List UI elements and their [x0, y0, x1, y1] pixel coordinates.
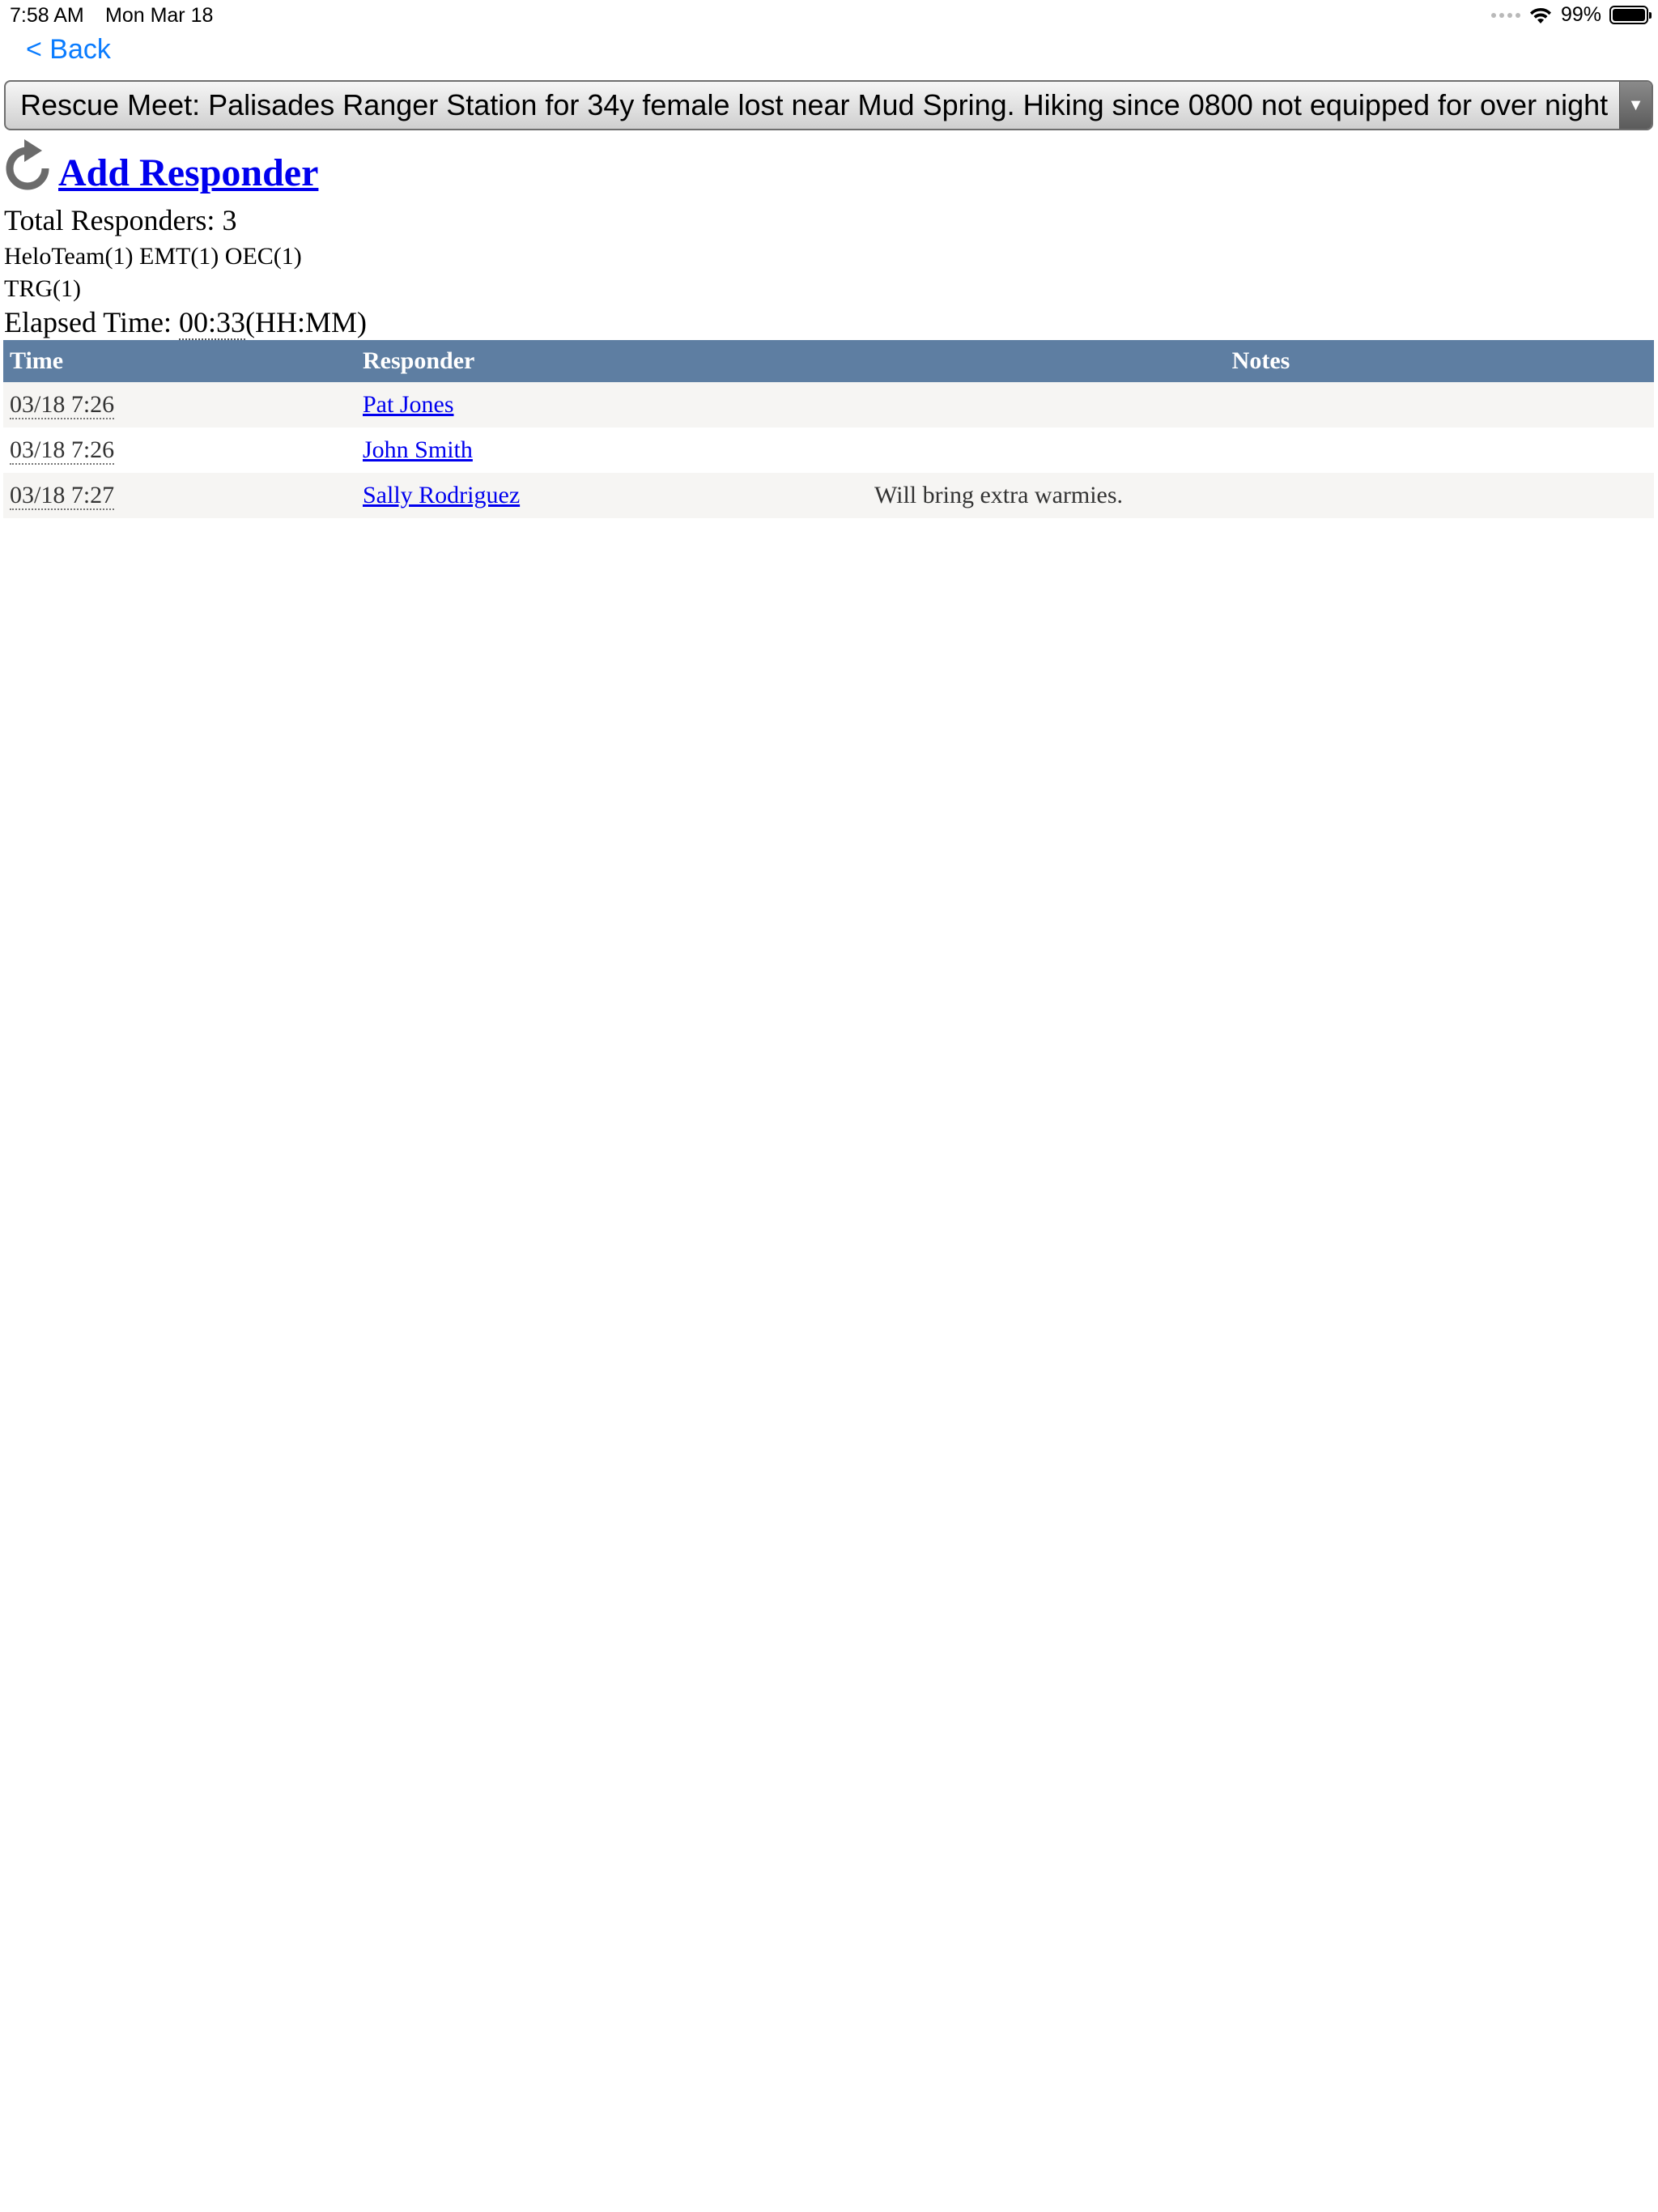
column-header-notes: Notes	[868, 340, 1654, 382]
cellular-signal-icon	[1490, 12, 1520, 18]
notes-cell: Will bring extra warmies.	[868, 473, 1654, 518]
time-value: 03/18 7:26	[10, 436, 115, 465]
battery-percent: 99%	[1560, 3, 1601, 26]
status-time: 7:58 AM	[10, 4, 84, 27]
team-counts: HeloTeam(1) EMT(1) OEC(1) TRG(1)	[4, 243, 302, 302]
chevron-down-icon: ▼	[1619, 82, 1652, 129]
mission-select-value: Rescue Meet: Palisades Ranger Station fo…	[20, 88, 1609, 121]
refresh-icon[interactable]	[3, 138, 52, 191]
column-header-time: Time	[3, 340, 356, 382]
responders-table: Time Responder Notes 03/18 7:26 Pat Jone…	[3, 340, 1654, 518]
add-responder-link[interactable]: Add Responder	[58, 151, 318, 195]
mission-select[interactable]: Rescue Meet: Palisades Ranger Station fo…	[4, 80, 1653, 130]
time-value: 03/18 7:26	[10, 391, 115, 419]
elapsed-value: 00:33	[179, 306, 246, 340]
notes-cell	[868, 428, 1654, 473]
time-cell: 03/18 7:26	[3, 382, 356, 428]
battery-icon	[1609, 6, 1652, 24]
status-bar: 7:58 AM Mon Mar 18 99%	[0, 0, 1658, 32]
time-value: 03/18 7:27	[10, 482, 115, 510]
responder-link[interactable]: Sally Rodriguez	[363, 482, 520, 508]
table-row: 03/18 7:26 John Smith	[3, 428, 1654, 473]
time-cell: 03/18 7:26	[3, 428, 356, 473]
notes-cell	[868, 382, 1654, 428]
status-indicators: 99%	[1490, 3, 1652, 27]
column-header-responder: Responder	[356, 340, 868, 382]
time-cell: 03/18 7:27	[3, 473, 356, 518]
elapsed-unit: (HH:MM)	[245, 306, 368, 338]
elapsed-time: Elapsed Time: 00:33(HH:MM)	[4, 305, 368, 340]
responder-link[interactable]: John Smith	[363, 436, 473, 463]
responder-cell: Sally Rodriguez	[356, 473, 868, 518]
total-responders: Total Responders: 3	[4, 204, 237, 236]
table-row: 03/18 7:26 Pat Jones	[3, 382, 1654, 428]
table-header-row: Time Responder Notes	[3, 340, 1654, 382]
elapsed-label: Elapsed Time:	[4, 306, 180, 338]
table-row: 03/18 7:27 Sally Rodriguez Will bring ex…	[3, 473, 1654, 518]
responder-cell: Pat Jones	[356, 382, 868, 428]
responder-link[interactable]: Pat Jones	[363, 391, 454, 418]
back-button[interactable]: < Back	[26, 34, 111, 66]
status-date: Mon Mar 18	[105, 4, 214, 27]
responder-cell: John Smith	[356, 428, 868, 473]
wifi-icon	[1529, 7, 1551, 23]
